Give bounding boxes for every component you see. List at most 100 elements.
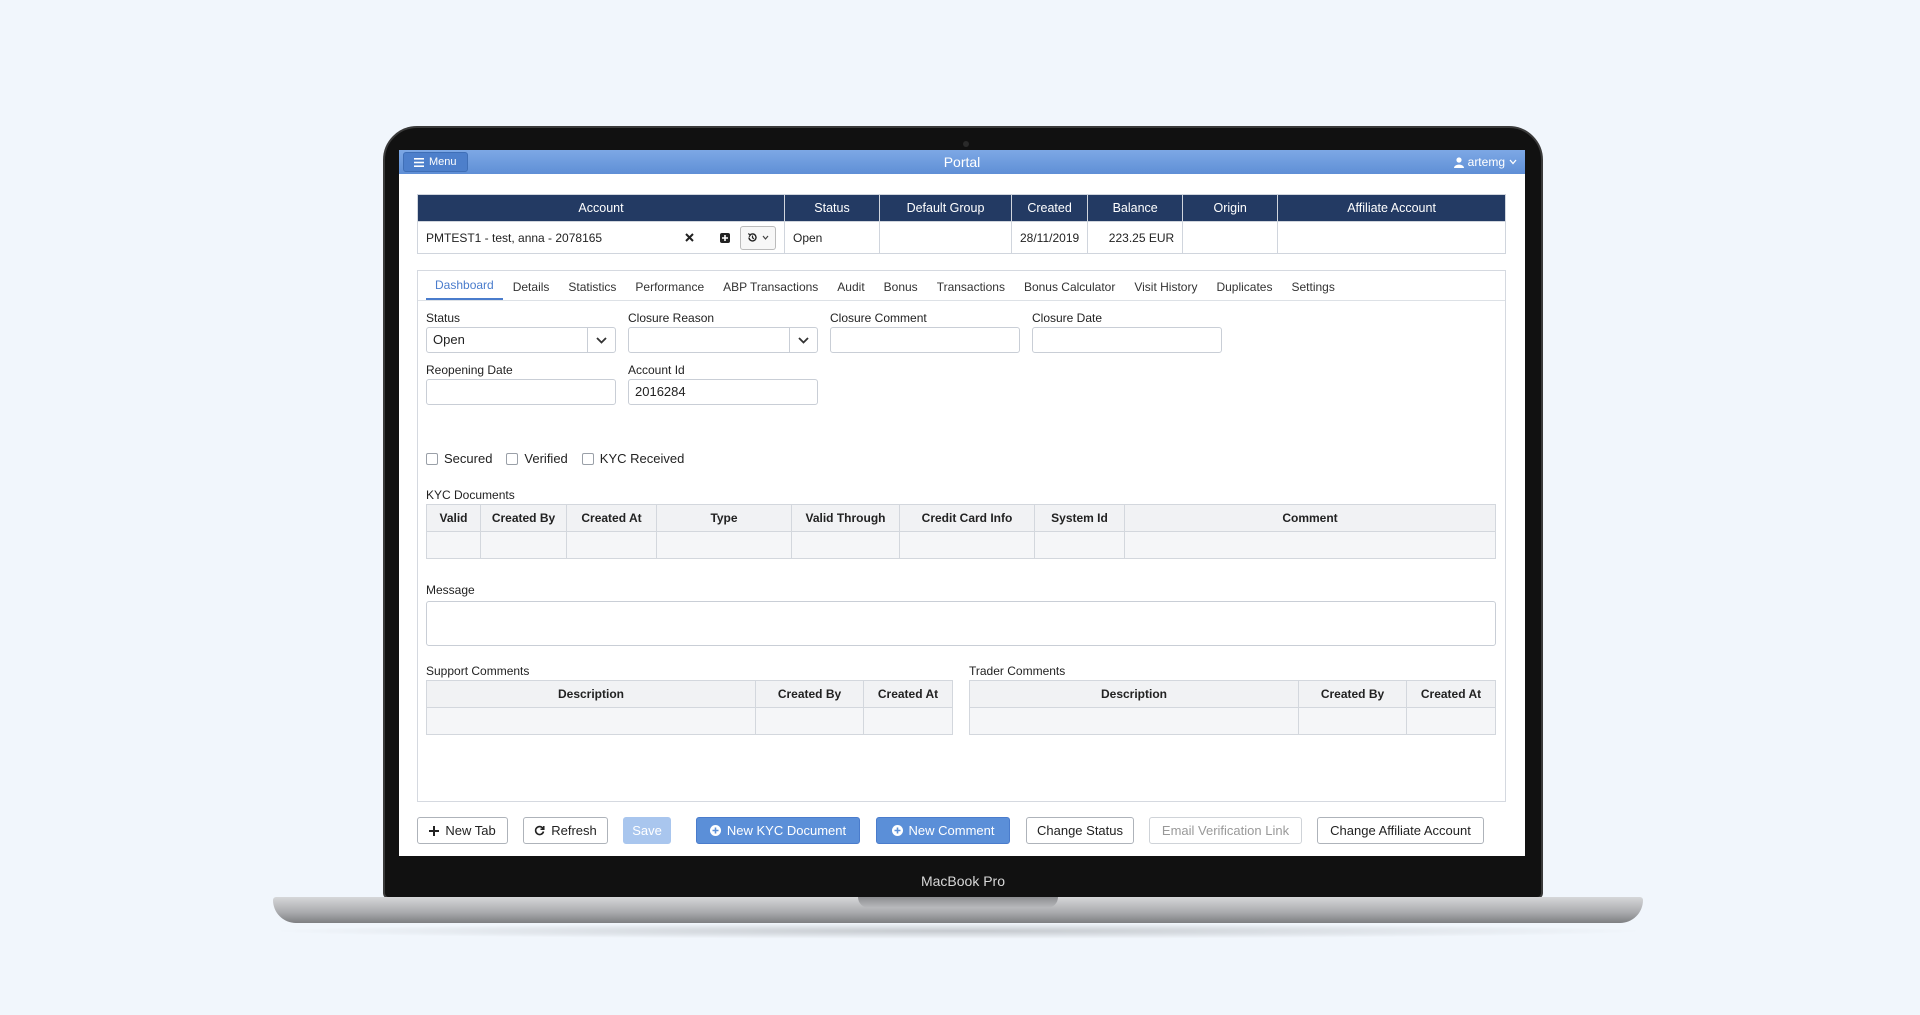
history-icon — [747, 233, 757, 242]
checkbox-label: Secured — [444, 451, 493, 466]
closure-date-input[interactable] — [1032, 327, 1222, 353]
kyc-col-system-id[interactable]: System Id — [1034, 504, 1125, 532]
clear-icon[interactable] — [685, 233, 694, 242]
checkbox-box[interactable] — [506, 452, 519, 465]
chevron-down-icon — [1509, 159, 1517, 165]
chevron-down-icon — [596, 336, 607, 344]
table-row — [426, 707, 953, 735]
affiliate-account-cell — [1277, 221, 1506, 254]
col-created: Created — [1010, 194, 1089, 222]
camera — [963, 141, 969, 147]
tab-abp-transactions[interactable]: ABP Transactions — [714, 280, 827, 300]
checkbox-box[interactable] — [581, 452, 594, 465]
kyc-documents-table: Valid Created By Created At Type Valid T… — [426, 504, 1496, 559]
checkbox-label: Verified — [524, 451, 568, 466]
tab-bonus[interactable]: Bonus — [875, 280, 927, 300]
kyc-col-credit-card-info[interactable]: Credit Card Info — [899, 504, 1035, 532]
support-comments-table: Description Created By Created At — [426, 680, 953, 735]
closure-comment-input[interactable] — [830, 327, 1020, 353]
col-balance: Balance — [1087, 194, 1184, 222]
secured-checkbox[interactable]: Secured — [426, 451, 492, 466]
button-label: Save — [632, 823, 662, 838]
status-value: Open — [433, 332, 465, 347]
message-input[interactable] — [426, 601, 1496, 646]
new-tab-button[interactable]: New Tab — [417, 817, 508, 844]
user-name: artemg — [1467, 155, 1505, 169]
plus-circle-icon — [709, 825, 721, 836]
tab-bar: Dashboard Details Statistics Performance… — [418, 271, 1505, 301]
support-col-created-by[interactable]: Created By — [755, 680, 864, 708]
col-status: Status — [784, 194, 880, 222]
button-label: Change Status — [1037, 823, 1124, 838]
kyc-col-type[interactable]: Type — [656, 504, 792, 532]
top-bar: Menu Portal artemg — [399, 150, 1525, 174]
tab-audit[interactable]: Audit — [828, 280, 873, 300]
button-label: Change Affiliate Account — [1330, 823, 1471, 838]
tab-visit-history[interactable]: Visit History — [1125, 280, 1206, 300]
trader-comments-title: Trader Comments — [969, 664, 1066, 678]
reopening-date-input[interactable] — [426, 379, 616, 405]
new-kyc-document-button[interactable]: New KYC Document — [696, 817, 860, 844]
add-icon[interactable] — [720, 232, 730, 243]
checkbox-row: Secured Verified KYC Received — [426, 451, 684, 466]
refresh-icon — [535, 825, 545, 836]
change-status-button[interactable]: Change Status — [1026, 817, 1134, 844]
account-cell: PMTEST1 - test, anna - 2078165 — [417, 221, 785, 254]
tab-statistics[interactable]: Statistics — [559, 280, 625, 300]
col-default-group: Default Group — [879, 194, 1012, 222]
email-verification-link-button[interactable]: Email Verification Link — [1149, 817, 1302, 844]
chevron-down-icon — [798, 336, 809, 344]
trader-col-created-at[interactable]: Created At — [1406, 680, 1496, 708]
status-label: Status — [426, 311, 461, 325]
closure-comment-label: Closure Comment — [830, 311, 927, 325]
change-affiliate-account-button[interactable]: Change Affiliate Account — [1317, 817, 1484, 844]
save-button[interactable]: Save — [623, 817, 671, 844]
tab-bonus-calculator[interactable]: Bonus Calculator — [1015, 280, 1124, 300]
trader-col-description[interactable]: Description — [969, 680, 1299, 708]
verified-checkbox[interactable]: Verified — [506, 451, 568, 466]
kyc-col-valid-through[interactable]: Valid Through — [791, 504, 900, 532]
base-notch — [858, 897, 1058, 908]
new-comment-button[interactable]: New Comment — [876, 817, 1010, 844]
tab-transactions[interactable]: Transactions — [928, 280, 1014, 300]
kyc-col-valid[interactable]: Valid — [426, 504, 481, 532]
kyc-received-checkbox[interactable]: KYC Received — [581, 451, 685, 466]
closure-date-label: Closure Date — [1032, 311, 1103, 325]
user-menu[interactable]: artemg — [1453, 150, 1517, 174]
tab-performance[interactable]: Performance — [626, 280, 713, 300]
col-account: Account — [417, 194, 785, 222]
reopening-date-label: Reopening Date — [426, 363, 513, 377]
checkbox-box[interactable] — [426, 452, 438, 465]
closure-reason-select[interactable] — [628, 327, 818, 353]
laptop-shadow — [263, 923, 1653, 939]
refresh-button[interactable]: Refresh — [523, 817, 608, 844]
chevron-down-icon — [762, 235, 769, 240]
support-col-created-at[interactable]: Created At — [863, 680, 953, 708]
account-id-input[interactable]: 2016284 — [628, 379, 818, 405]
trader-col-created-by[interactable]: Created By — [1298, 680, 1407, 708]
status-select[interactable]: Open — [426, 327, 616, 353]
kyc-col-comment[interactable]: Comment — [1124, 504, 1496, 532]
default-group-cell — [879, 221, 1012, 254]
user-icon — [1453, 156, 1464, 168]
tab-duplicates[interactable]: Duplicates — [1207, 280, 1281, 300]
tab-settings[interactable]: Settings — [1282, 280, 1343, 300]
button-label: New Tab — [445, 823, 496, 838]
kyc-col-created-by[interactable]: Created By — [480, 504, 567, 532]
trader-comments-table: Description Created By Created At — [969, 680, 1496, 735]
button-label: Refresh — [551, 823, 597, 838]
col-affiliate-account: Affiliate Account — [1277, 194, 1506, 222]
checkbox-label: KYC Received — [599, 451, 685, 466]
kyc-col-created-at[interactable]: Created At — [566, 504, 657, 532]
plus-icon — [429, 825, 440, 836]
history-button[interactable] — [740, 225, 776, 250]
col-origin: Origin — [1182, 194, 1279, 222]
dashboard-panel: Dashboard Details Statistics Performance… — [417, 270, 1506, 802]
table-row — [426, 531, 1496, 559]
tab-dashboard[interactable]: Dashboard — [426, 278, 503, 300]
plus-circle-icon — [891, 825, 903, 836]
origin-cell — [1182, 221, 1279, 254]
balance-cell: 223.25 EUR — [1087, 221, 1184, 254]
tab-details[interactable]: Details — [504, 280, 559, 300]
support-col-description[interactable]: Description — [426, 680, 756, 708]
